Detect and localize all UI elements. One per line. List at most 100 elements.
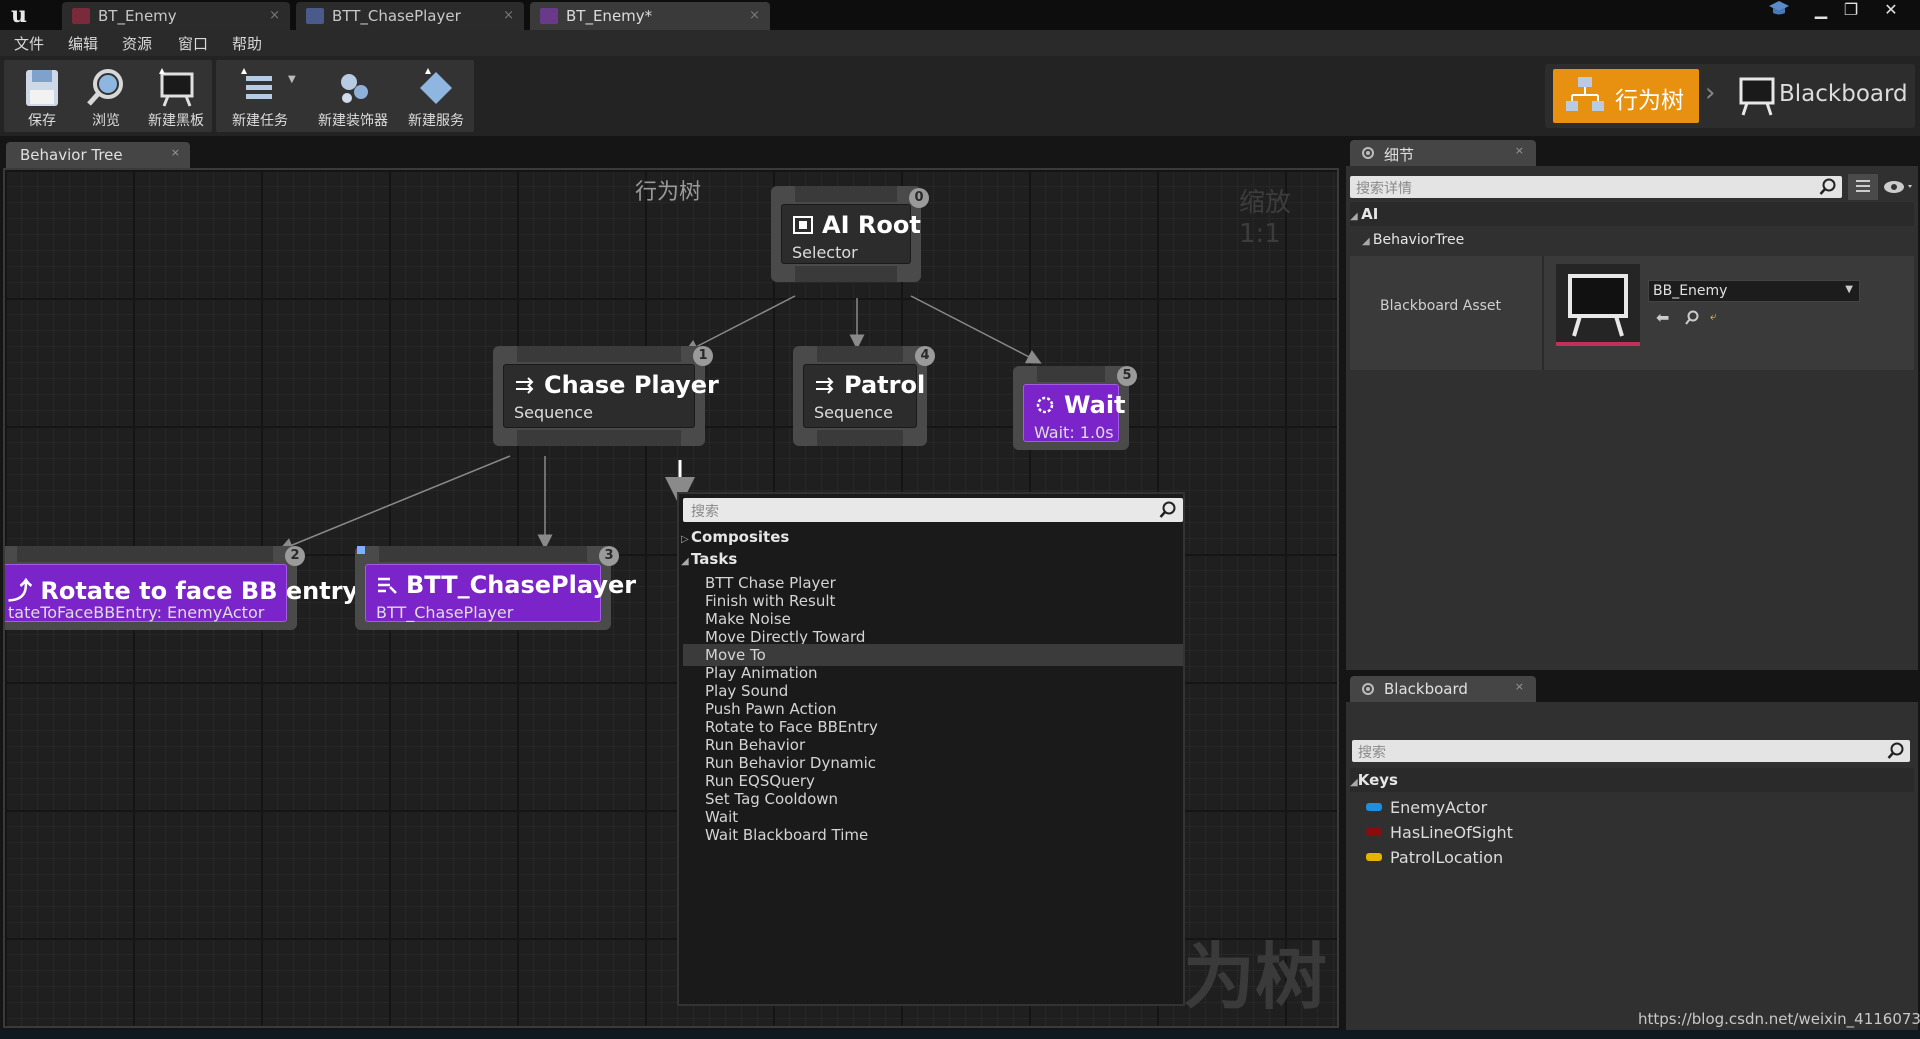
menu-asset[interactable]: 资源 xyxy=(122,33,152,54)
details-search-input[interactable]: 搜索详情 xyxy=(1350,176,1842,198)
collapse-arrow-icon: ◢ xyxy=(681,556,689,567)
node-output-pin[interactable] xyxy=(817,430,903,446)
close-icon[interactable]: × xyxy=(749,2,760,30)
tab-bt-enemy[interactable]: BT_Enemy × xyxy=(62,2,290,30)
close-icon[interactable]: × xyxy=(171,146,180,159)
browse-button[interactable]: 浏览 xyxy=(70,60,142,132)
new-blackboard-icon xyxy=(159,68,194,107)
blackboard-key-row[interactable]: PatrolLocation xyxy=(1366,848,1503,867)
unreal-logo-icon[interactable]: u xyxy=(6,2,32,28)
tab-blackboard[interactable]: Blackboard × xyxy=(1350,676,1536,702)
save-button[interactable]: 保存 xyxy=(6,60,78,132)
new-decorator-button[interactable]: 新建装饰器 xyxy=(312,60,394,132)
browse-asset-search-icon[interactable] xyxy=(1684,310,1700,326)
category-ai[interactable]: ◢ AI xyxy=(1350,202,1914,226)
node-input-pin[interactable] xyxy=(1037,366,1105,382)
blackboard-search-input[interactable]: 搜索 xyxy=(1352,740,1910,762)
node-btt-chaseplayer[interactable]: BTT_ChasePlayer BTT_ChasePlayer 3 xyxy=(355,546,636,630)
view-options-grid-icon[interactable] xyxy=(1848,174,1878,200)
reset-to-default-icon[interactable]: ⤶ xyxy=(1710,309,1717,324)
tab-label: BTT_ChasePlayer xyxy=(332,7,461,25)
node-input-pin[interactable] xyxy=(795,186,897,202)
category-composites[interactable]: ▷ Composites xyxy=(681,528,791,546)
visibility-eye-icon[interactable] xyxy=(1882,176,1916,198)
new-service-button[interactable]: 新建服务 xyxy=(400,60,472,132)
blackboard-key-row[interactable]: EnemyActor xyxy=(1366,798,1487,817)
tab-behavior-tree-graph[interactable]: Behavior Tree × xyxy=(6,142,190,168)
category-behaviortree[interactable]: ◢ BehaviorTree xyxy=(1362,228,1914,252)
node-subtitle: tateToFaceBBEntry: EnemyActor xyxy=(8,603,265,622)
close-icon[interactable]: × xyxy=(1515,144,1524,157)
use-selected-arrow-icon[interactable]: ⬅ xyxy=(1656,308,1669,327)
tab-label: BT_Enemy xyxy=(98,7,177,25)
tab-details[interactable]: 细节 × xyxy=(1350,140,1536,166)
mode-behavior-tree-button[interactable]: 行为树 xyxy=(1553,69,1699,123)
tab-label: BT_Enemy* xyxy=(566,7,653,25)
node-rotate-to-face-bb-entry[interactable]: ⤴ Rotate to face BB entry tateToFaceBBEn… xyxy=(5,546,358,630)
node-input-pin[interactable] xyxy=(17,546,273,562)
key-name: PatrolLocation xyxy=(1390,848,1504,867)
mode-blackboard-button[interactable]: Blackboard xyxy=(1729,69,1909,123)
node-title: Wait xyxy=(1064,391,1126,419)
node-chase-player[interactable]: Chase Player Sequence 1 xyxy=(493,346,719,446)
blackboard-key-row[interactable]: HasLineOfSight xyxy=(1366,823,1513,842)
node-input-pin[interactable] xyxy=(517,346,681,362)
tab-btt-chaseplayer[interactable]: BTT_ChasePlayer × xyxy=(296,2,524,30)
node-ai-root[interactable]: AI Root Selector 0 xyxy=(771,186,929,282)
browse-icon xyxy=(87,69,123,106)
title-bar: u BT_Enemy × BTT_ChasePlayer × BT_Enemy*… xyxy=(0,0,1920,30)
close-icon[interactable]: × xyxy=(1515,680,1524,693)
context-menu-search-input[interactable]: 搜索 xyxy=(683,498,1183,522)
editor-mode-switcher: 行为树 › Blackboard xyxy=(1545,64,1915,128)
menu-file[interactable]: 文件 xyxy=(14,33,44,54)
menu-edit[interactable]: 编辑 xyxy=(68,33,98,54)
task-item-wait-blackboard-time[interactable]: Wait Blackboard Time xyxy=(683,824,1183,846)
sequence-icon xyxy=(816,377,834,394)
category-tasks[interactable]: ◢ Tasks xyxy=(681,550,739,568)
wire-root-chase xyxy=(683,295,796,354)
behavior-tree-asset-icon xyxy=(540,8,558,24)
asset-thumbnail[interactable] xyxy=(1556,264,1640,346)
asset-picker-dropdown[interactable]: BB_Enemy ▼ xyxy=(1648,280,1860,302)
minimize-icon[interactable]: ▁ xyxy=(1806,0,1836,22)
details-panel: 搜索详情 ◢ AI ◢ BehaviorTree Blackboard Asse… xyxy=(1346,166,1918,670)
menu-window[interactable]: 窗口 xyxy=(178,33,208,54)
toolbar: 保存 浏览 新建黑板 新建任务 ▼ 新建装饰器 新建服务 行为树 › Black… xyxy=(0,56,1920,136)
node-title: Rotate to face BB entry xyxy=(40,577,359,605)
node-wait[interactable]: Wait Wait: 1.0s 5 xyxy=(1013,366,1137,450)
node-input-pin[interactable] xyxy=(379,546,587,562)
wait-icon xyxy=(1036,396,1054,414)
new-blackboard-button[interactable]: 新建黑板 xyxy=(140,60,212,132)
node-input-pin[interactable] xyxy=(817,346,903,362)
node-title: BTT_ChasePlayer xyxy=(406,571,637,599)
add-node-context-menu: 搜索 ▷ Composites ◢ Tasks BTT Chase Player Fi… xyxy=(677,492,1185,1006)
details-icon xyxy=(1362,147,1374,159)
blackboard-panel: 搜索 ◢Keys EnemyActor HasLineOfSight PatrolL… xyxy=(1346,702,1918,1030)
close-window-icon[interactable]: ✕ xyxy=(1876,0,1906,22)
blueprint-marker-icon xyxy=(357,546,365,554)
learn-icon[interactable] xyxy=(1764,0,1794,22)
node-patrol[interactable]: Patrol Sequence 4 xyxy=(793,346,935,446)
close-icon[interactable]: × xyxy=(269,2,280,30)
search-icon xyxy=(1819,178,1836,195)
menu-help[interactable]: 帮助 xyxy=(232,33,262,54)
restore-icon[interactable]: ❐ xyxy=(1836,0,1866,22)
key-type-color-icon xyxy=(1366,828,1382,836)
tab-bt-enemy-modified[interactable]: BT_Enemy* × xyxy=(530,2,770,30)
close-icon[interactable]: × xyxy=(503,2,514,30)
node-subtitle: BTT_ChasePlayer xyxy=(376,603,514,622)
key-type-color-icon xyxy=(1366,803,1382,811)
new-task-button[interactable]: 新建任务 xyxy=(220,60,300,132)
node-output-pin[interactable] xyxy=(517,430,681,446)
node-subtitle: Sequence xyxy=(514,403,593,422)
chevron-down-icon[interactable]: ▼ xyxy=(288,74,296,85)
sequence-icon xyxy=(516,377,534,394)
save-icon xyxy=(26,70,58,106)
category-keys[interactable]: ◢Keys xyxy=(1350,768,1914,792)
wire-chase-rotate xyxy=(278,455,511,553)
blueprint-asset-icon xyxy=(306,8,324,24)
search-icon xyxy=(1159,501,1176,518)
new-service-icon xyxy=(420,68,452,104)
node-output-pin[interactable] xyxy=(795,266,897,282)
execution-index-badge: 2 xyxy=(285,546,305,566)
